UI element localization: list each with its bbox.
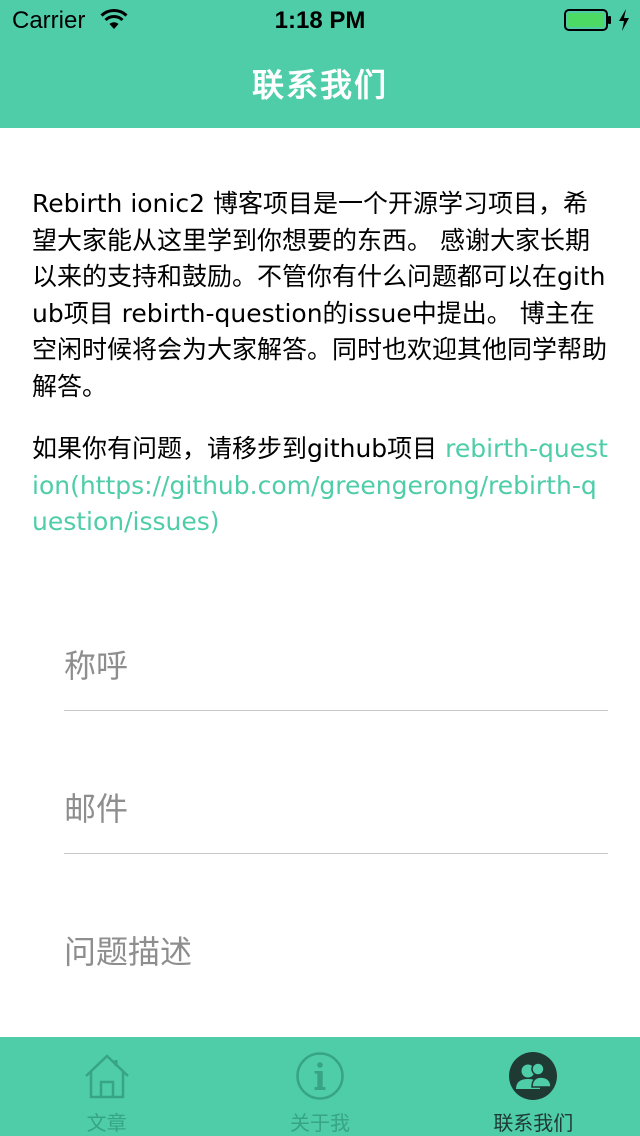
- home-icon: [84, 1054, 129, 1099]
- header-bar: Carrier 1:18 PM 联系我们: [0, 0, 640, 128]
- contacts-icon: [509, 1052, 558, 1100]
- intro-text: Rebirth ionic2 博客项目是一个开源学习项目，希望大家能从这里学到你…: [32, 189, 608, 401]
- tab-contact[interactable]: 联系我们: [427, 1037, 640, 1136]
- question-text: 如果你有问题，请移步到github项目 rebirth-question(htt…: [32, 431, 612, 541]
- contact-info: Rebirth ionic2 博客项目是一个开源学习项目，希望大家能从这里学到你…: [32, 186, 612, 541]
- description-field-row: [64, 906, 608, 997]
- tab-about-label: 关于我: [289, 1111, 350, 1135]
- page-title: 联系我们: [251, 66, 388, 104]
- contact-form: [64, 620, 608, 1049]
- email-field-row: [64, 763, 608, 854]
- name-field-row: [64, 620, 608, 711]
- status-bar: Carrier 1:18 PM: [0, 0, 640, 40]
- question-prefix: 如果你有问题，请移步到github项目: [32, 434, 446, 463]
- tab-articles-label: 文章: [86, 1111, 127, 1135]
- battery-icon: [564, 9, 611, 31]
- email-input[interactable]: [64, 783, 608, 835]
- tab-articles[interactable]: 文章: [0, 1037, 213, 1136]
- tab-about[interactable]: 关于我: [213, 1037, 426, 1136]
- tab-bar: 文章 关于我 联系我们: [0, 1037, 640, 1136]
- name-input[interactable]: [64, 640, 608, 692]
- app-screen: Carrier 1:18 PM 联系我们 Rebirth ionic2 博客项目…: [0, 0, 640, 1136]
- tab-contact-label: 联系我们: [493, 1111, 574, 1135]
- charging-icon: [619, 9, 629, 31]
- info-icon: [296, 1052, 344, 1100]
- description-input[interactable]: [64, 926, 608, 978]
- status-time: 1:18 PM: [274, 7, 366, 34]
